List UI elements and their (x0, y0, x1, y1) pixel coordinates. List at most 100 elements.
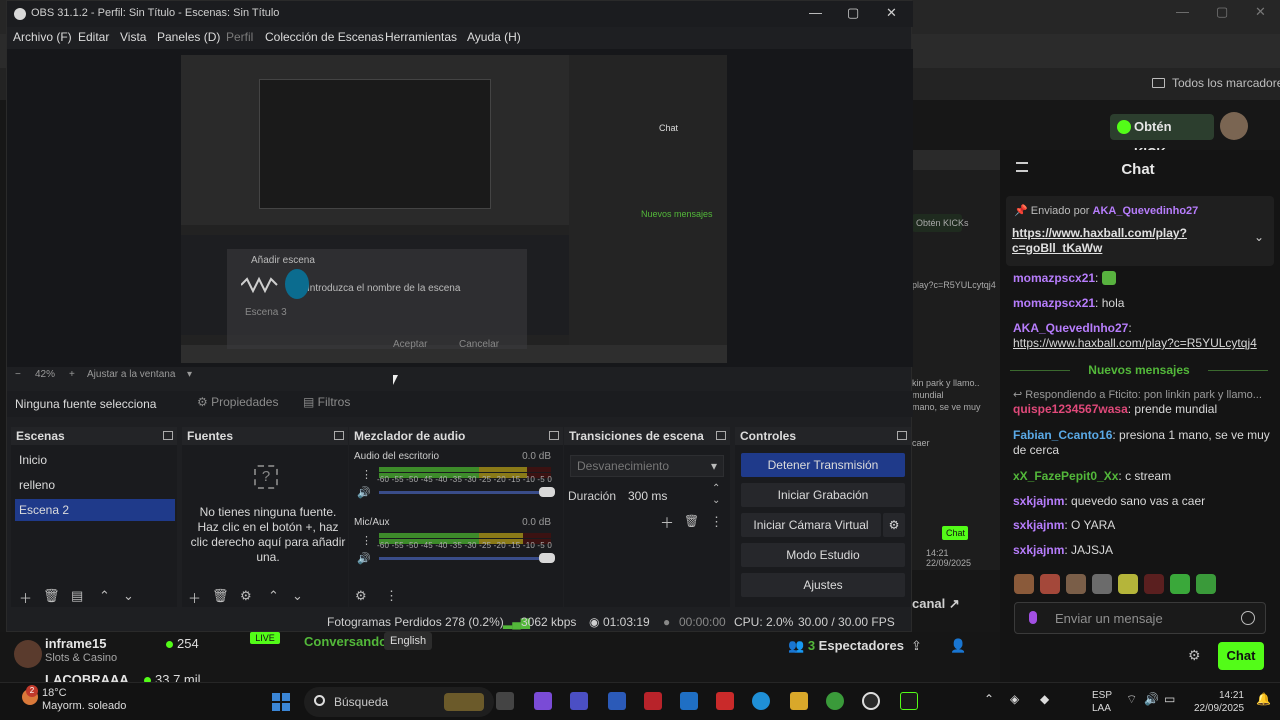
chat-username[interactable]: Fabian_Ccanto16 (1013, 428, 1112, 442)
chat-username[interactable]: momazpscx21 (1013, 296, 1095, 310)
taskbar-search[interactable]: Búsqueda (304, 687, 494, 717)
undock-icon[interactable] (549, 431, 559, 440)
send-chat-button[interactable]: Chat (1218, 642, 1264, 670)
copilot-icon[interactable] (534, 692, 552, 710)
fit-to-window[interactable]: Ajustar a la ventana (87, 369, 175, 380)
gear-icon[interactable]: ⚙ (1188, 648, 1202, 662)
undock-icon[interactable] (897, 431, 907, 440)
volume-icon[interactable]: 🔊 (1144, 693, 1159, 706)
menu-docks[interactable]: Paneles (D) (157, 30, 220, 44)
duration-input[interactable]: 300 ms (622, 485, 722, 507)
close-icon[interactable]: ✕ (886, 5, 897, 21)
menu-edit[interactable]: Editar (78, 30, 109, 44)
notification-icon[interactable]: 🔔 (1256, 693, 1271, 706)
chat-username[interactable]: AKA_QuevedInho27 (1013, 321, 1128, 335)
properties-button[interactable]: ⚙ Propiedades (197, 395, 278, 409)
emote-icon[interactable] (1066, 574, 1086, 594)
weather-widget[interactable]: 2 18°C Mayorm. soleado (22, 685, 126, 713)
virtual-camera-settings-button[interactable]: ⚙ (883, 513, 905, 537)
chat-username[interactable]: sxkjajnm (1013, 518, 1064, 532)
slider-handle[interactable] (539, 553, 555, 563)
obs-taskbar-icon[interactable] (862, 692, 880, 710)
streamer-name[interactable]: inframe15 (45, 636, 106, 651)
user-avatar[interactable] (1220, 112, 1248, 140)
trash-icon[interactable]: 🗑 (212, 588, 229, 604)
teams-icon[interactable] (570, 692, 588, 710)
tray-app-icon[interactable]: ◈ (1010, 693, 1019, 706)
start-button[interactable] (272, 693, 290, 711)
stream-category[interactable]: Slots & Casino (45, 652, 117, 664)
language-indicator[interactable]: ESP LAA (1092, 689, 1112, 715)
scene-item-selected[interactable]: Escena 2 (15, 499, 175, 521)
menu-dots-icon[interactable]: ⋮ (361, 470, 372, 481)
filter-icon[interactable]: ▤ (71, 588, 83, 604)
emote-icon[interactable] (1118, 574, 1138, 594)
language-tag[interactable]: English (384, 632, 433, 650)
chrome-icon[interactable] (826, 692, 844, 710)
gear-icon[interactable]: ⚙ (355, 588, 367, 604)
start-recording-button[interactable]: Iniciar Grabación (741, 483, 905, 507)
minimize-icon[interactable]: — (1176, 4, 1189, 19)
tray-app-icon[interactable]: ◆ (1040, 693, 1049, 706)
emote-icon[interactable] (1040, 574, 1060, 594)
chat-link[interactable]: https://www.haxball.com/play?c=R5YULcytq… (1013, 336, 1257, 350)
chevron-up-icon[interactable]: ⌃ (99, 588, 110, 604)
gear-icon[interactable]: ⚙ (240, 588, 252, 604)
chat-username[interactable]: quispe1234567wasa (1013, 402, 1128, 416)
close-icon[interactable]: ✕ (1255, 4, 1266, 20)
add-icon[interactable]: ＋ (660, 513, 674, 533)
preview-area[interactable]: Chat Nuevos mensajes Añadir escena Intro… (7, 49, 913, 367)
menu-dots-icon[interactable]: ⋮ (710, 514, 723, 530)
filters-button[interactable]: ▤ Filtros (303, 395, 350, 409)
menu-dots-icon[interactable]: ⋮ (385, 588, 398, 604)
settings-button[interactable]: Ajustes (741, 573, 905, 597)
mcafee-icon[interactable] (644, 692, 662, 710)
zoom-out-button[interactable]: − (15, 369, 21, 380)
menu-scene-collection[interactable]: Colección de Escenas (265, 30, 384, 44)
channel-link[interactable]: canal ↗ (912, 596, 960, 612)
emote-icon[interactable] (1014, 574, 1034, 594)
add-icon[interactable]: ＋ (19, 588, 32, 607)
chat-message-input[interactable]: Enviar un mensaje (1014, 602, 1266, 634)
chat-username[interactable]: xX_FazePepit0_Xx (1013, 469, 1118, 483)
all-bookmarks[interactable]: Todos los marcadores (1152, 76, 1280, 90)
scene-item[interactable]: relleno (15, 474, 175, 496)
studio-mode-button[interactable]: Modo Estudio (741, 543, 905, 567)
chat-username[interactable]: momazpscx21 (1013, 271, 1095, 285)
volume-slider[interactable] (379, 553, 555, 563)
file-explorer-icon[interactable] (790, 692, 808, 710)
wps-icon[interactable] (716, 692, 734, 710)
menu-help[interactable]: Ayuda (H) (467, 30, 521, 44)
chevron-down-icon[interactable]: ⌄ (1254, 230, 1264, 244)
pinned-link[interactable]: https://www.haxball.com/play?c=goBll_tKa… (1012, 226, 1242, 256)
menu-file[interactable]: Archivo (F) (13, 30, 72, 44)
streamer-avatar[interactable] (14, 640, 42, 668)
undock-icon[interactable] (716, 431, 726, 440)
stop-streaming-button[interactable]: Detener Transmisión (741, 453, 905, 477)
kick-taskbar-icon[interactable] (900, 692, 918, 710)
menu-profile[interactable]: Perfil (226, 30, 253, 44)
store-icon[interactable] (680, 692, 698, 710)
emote-icon[interactable] (1144, 574, 1164, 594)
speaker-icon[interactable]: 🔊 (357, 486, 371, 499)
battery-icon[interactable]: ▭ (1164, 693, 1175, 706)
wifi-icon[interactable]: ⌔ (1126, 693, 1137, 706)
maximize-icon[interactable]: ▢ (847, 5, 859, 21)
chevron-down-icon[interactable]: ▾ (187, 369, 192, 380)
preview-canvas[interactable]: Chat Nuevos mensajes Añadir escena Intro… (181, 55, 727, 363)
start-virtual-camera-button[interactable]: Iniciar Cámara Virtual (741, 513, 881, 537)
chevron-up-icon[interactable]: ⌃ (268, 588, 279, 604)
chevron-down-icon[interactable]: ⌄ (292, 588, 303, 604)
share-icon[interactable]: ⇪ (911, 638, 922, 654)
slider-handle[interactable] (539, 487, 555, 497)
undock-icon[interactable] (163, 431, 173, 440)
volume-slider[interactable] (379, 487, 555, 497)
task-view-icon[interactable] (496, 692, 514, 710)
menu-view[interactable]: Vista (120, 30, 146, 44)
app-l-icon[interactable] (608, 692, 626, 710)
clock[interactable]: 14:21 22/09/2025 (1194, 689, 1244, 715)
chat-username[interactable]: sxkjajnm (1013, 494, 1064, 508)
edge-icon[interactable] (752, 692, 770, 710)
add-user-icon[interactable]: 👤 (950, 638, 966, 654)
zoom-in-button[interactable]: + (69, 369, 75, 380)
